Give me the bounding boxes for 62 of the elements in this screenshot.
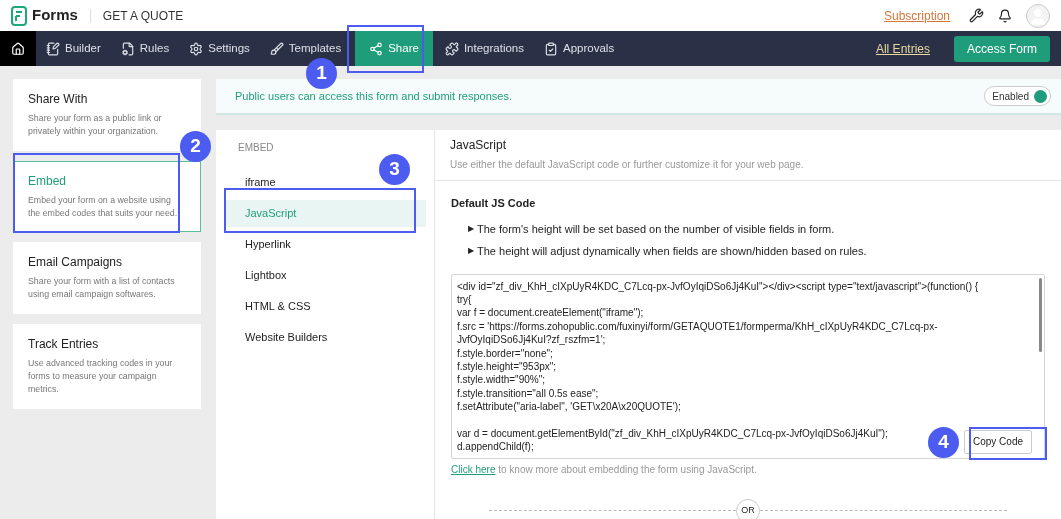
option-title: Embed — [28, 172, 68, 190]
notebook-icon — [46, 41, 60, 56]
nav-tab[interactable]: Rules — [110, 31, 180, 66]
banner-message: Public users can access this form and submit responses. — [235, 88, 512, 104]
share-option-card[interactable]: Embed Embed your form on a website using the embed codes that suits your need. — [13, 160, 201, 233]
puzzle-icon — [444, 41, 459, 56]
option-title: Email Campaigns — [28, 254, 124, 272]
embed-menu-item[interactable]: HTML & CSS — [224, 293, 426, 320]
logo-icon — [11, 5, 27, 26]
option-title: Share With — [28, 91, 89, 108]
brush-icon — [269, 41, 284, 56]
content-subtitle: Use either the default JavaScript code or further customize it for your web page. — [450, 158, 805, 172]
nav-tab[interactable]: Settings — [179, 31, 260, 66]
note-text: The height will adjust dynamically when fields are shown/hidden based on rules. — [477, 244, 867, 259]
option-description: Embed your form on a website using the embed codes that suits your need. — [28, 193, 178, 220]
notification-icon[interactable] — [998, 8, 1012, 23]
nav-tab[interactable]: Integrations — [434, 31, 534, 66]
option-description: Use advanced tracking codes in your forms to measure your campaign metrics. — [28, 356, 174, 397]
scrollbar[interactable] — [1039, 277, 1042, 352]
home-icon — [11, 41, 25, 56]
nav-tab[interactable]: Approvals — [534, 31, 625, 66]
note-text: The form's height will be set based on the number of visible fields in form. — [477, 221, 835, 237]
share-option-card[interactable]: Email Campaigns Share your form with a list of contacts using email campaign softwares. — [13, 242, 201, 314]
option-description: Share your form with a list of contacts using email campaign softwares. — [28, 275, 176, 302]
nav-tab[interactable]: Builder — [36, 31, 111, 66]
share-icon — [369, 41, 384, 56]
content-title: JavaScript — [450, 137, 508, 154]
enabled-toggle[interactable]: Enabled — [984, 86, 1051, 106]
code-line: var d = document.getElementById("zf_div_KhH_cIXpUyR4KDC_C7Lcq-px-JvfOyIqiDSo6Jj4KuI"); — [457, 426, 888, 441]
code-line: d.appendChild(f); — [457, 440, 534, 454]
bullet-icon: ▶ — [468, 245, 474, 258]
document-icon — [120, 41, 135, 56]
code-line: var f = document.createElement("iframe"); — [457, 306, 644, 320]
help-text: to know more about embedding the form using JavaScript. — [498, 463, 757, 475]
share-option-card[interactable]: Track Entries Use advanced tracking codes in your forms to measure your campaign metrics. — [13, 323, 201, 409]
form-title: GET A QUOTE — [102, 7, 184, 25]
code-line: f.style.height="953px"; — [457, 359, 557, 374]
embed-menu-item[interactable]: Hyperlink — [224, 231, 426, 258]
code-line: try{ — [457, 292, 472, 307]
app-name: Forms — [32, 5, 78, 26]
code-line: f.style.width="90%"; — [457, 373, 545, 387]
option-title: Track Entries — [28, 335, 100, 353]
clipboard-icon — [544, 41, 558, 56]
code-line: f.setAttribute("aria-label", 'GET\x20A\x20QUOTE'); — [457, 400, 681, 414]
embed-heading: EMBED — [237, 141, 275, 155]
code-line: f.style.transition="all 0.5s ease"; — [457, 386, 599, 401]
code-line: f.style.border="none"; — [457, 346, 553, 360]
copy-code-button[interactable]: Copy Code — [963, 429, 1032, 454]
code-line: <div id="zf_div_KhH_cIXpUyR4KDC_C7Lcq-px-JvfOyIqiDSo6Jj4KuI"></div><script type="text/javascript">(function() { — [457, 279, 979, 293]
section-title: Default JS Code — [451, 196, 537, 211]
tools-icon[interactable] — [969, 8, 984, 23]
option-description: Share your form as a public link or privately within your organization. — [28, 112, 163, 139]
bullet-icon: ▶ — [468, 222, 474, 235]
embed-menu-item[interactable]: Website Builders — [224, 324, 426, 351]
all-entries-link[interactable]: All Entries — [875, 39, 930, 58]
code-line: f.src = 'https://forms.zohopublic.com/fuxinyi/form/GETAQUOTE1/formperma/KhH_cIXpUyR4KDC_C7Lcq-px-JvfOyIqiDSo6Jj4KuI?zf_rszfm=1'; — [457, 319, 939, 347]
home-button[interactable] — [0, 31, 36, 66]
settings-icon — [189, 41, 204, 56]
embed-menu-item[interactable]: Lightbox — [224, 262, 426, 289]
or-divider-label: OR — [736, 498, 760, 519]
help-link[interactable]: Click here — [451, 463, 496, 475]
step-badge: 2 — [180, 131, 211, 162]
